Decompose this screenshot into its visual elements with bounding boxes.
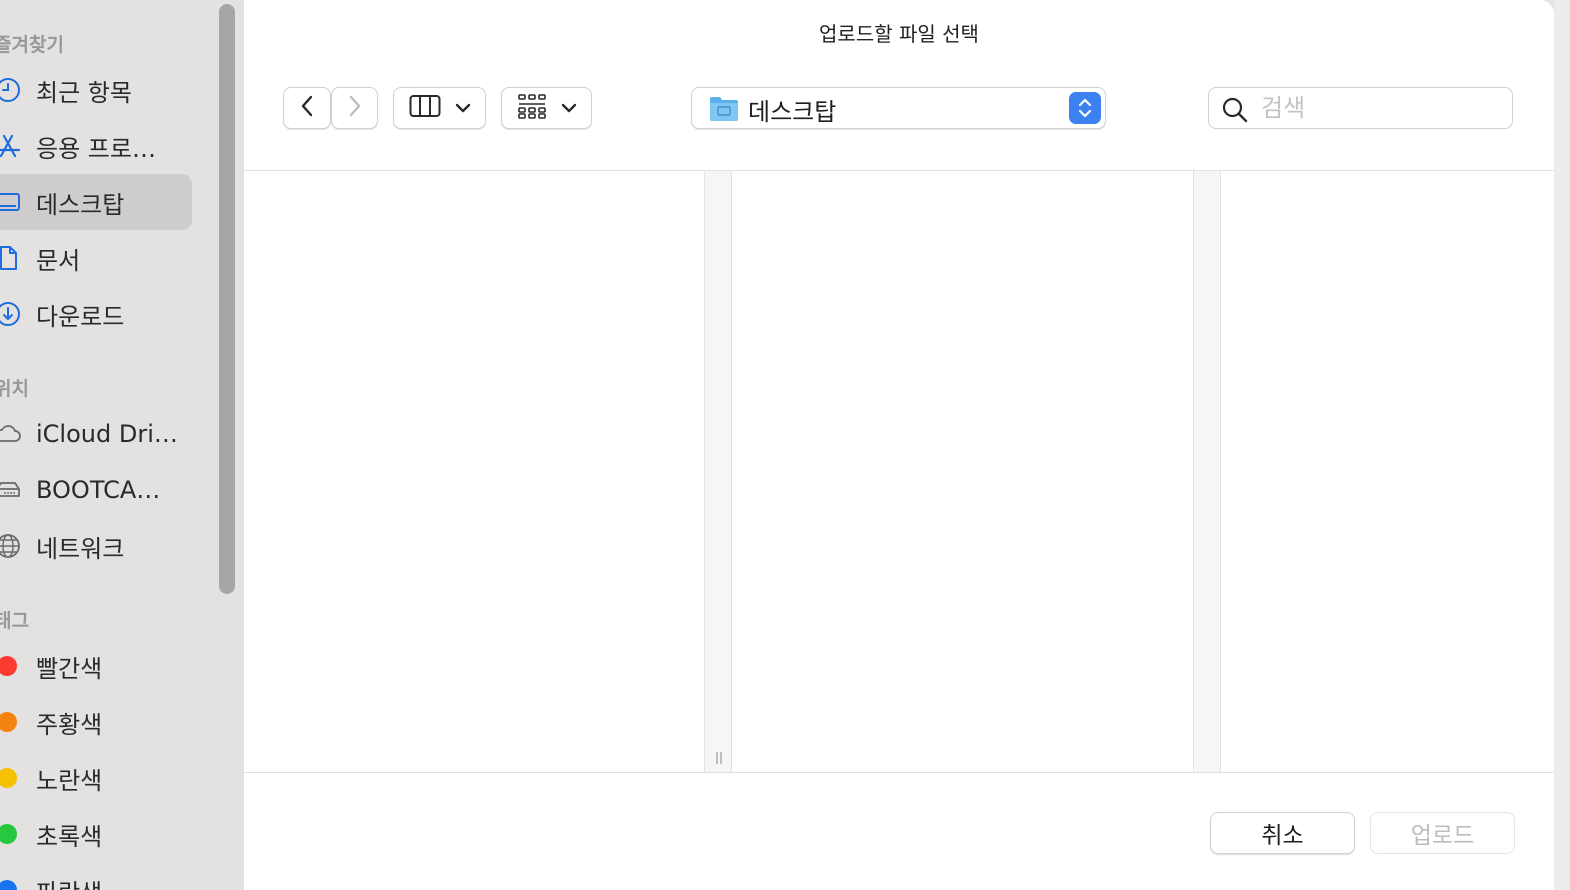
footer-divider bbox=[244, 772, 1554, 773]
chevron-down-icon bbox=[561, 99, 577, 118]
chevron-left-icon bbox=[300, 94, 314, 122]
download-icon bbox=[0, 300, 22, 328]
tag-dot-icon bbox=[0, 880, 17, 890]
tag-dot-icon bbox=[0, 824, 17, 844]
sidebar-item-documents[interactable]: 문서 bbox=[0, 230, 192, 286]
folder-icon bbox=[709, 94, 739, 126]
sidebar-item-label: 노란색 bbox=[36, 766, 103, 795]
tag-dot-icon bbox=[0, 712, 17, 732]
sidebar-item-tag-green[interactable]: 초록색 bbox=[0, 806, 192, 862]
sidebar-item-label: 다운로드 bbox=[36, 302, 125, 331]
clock-icon bbox=[0, 76, 22, 104]
sidebar: 즐겨찾기 최근 항목 응용 프로… 데스크탑 문서 다운로드 위치 iCloud… bbox=[0, 0, 244, 890]
browser-column-3[interactable] bbox=[1222, 171, 1554, 772]
columns-view-icon bbox=[409, 94, 441, 122]
sidebar-item-tag-blue[interactable]: 파란색 bbox=[0, 862, 192, 890]
sidebar-item-recents[interactable]: 최근 항목 bbox=[0, 62, 192, 118]
sidebar-item-bootcamp[interactable]: BOOTCA… bbox=[0, 462, 192, 518]
section-favorites: 즐겨찾기 bbox=[0, 34, 64, 56]
location-popup[interactable]: 데스크탑 bbox=[691, 87, 1106, 129]
chevron-right-icon bbox=[348, 94, 362, 122]
sidebar-item-label: iCloud Dri… bbox=[36, 420, 178, 448]
sidebar-item-label: 초록색 bbox=[36, 822, 103, 851]
cloud-icon bbox=[0, 420, 22, 448]
grid-group-icon bbox=[517, 93, 547, 123]
cancel-button[interactable]: 취소 bbox=[1210, 812, 1355, 854]
sidebar-item-applications[interactable]: 응용 프로… bbox=[0, 118, 192, 174]
sidebar-item-tag-red[interactable]: 빨간색 bbox=[0, 638, 192, 694]
search-field[interactable] bbox=[1208, 87, 1513, 129]
app-store-icon bbox=[0, 132, 22, 160]
sidebar-item-tag-orange[interactable]: 주황색 bbox=[0, 694, 192, 750]
sidebar-item-tag-yellow[interactable]: 노란색 bbox=[0, 750, 192, 806]
sidebar-item-icloud[interactable]: iCloud Dri… bbox=[0, 406, 192, 462]
search-icon bbox=[1221, 96, 1249, 128]
window-edge bbox=[1554, 0, 1570, 890]
view-mode-button[interactable] bbox=[393, 87, 486, 129]
sidebar-item-label: 응용 프로… bbox=[36, 134, 156, 163]
sidebar-item-label: 빨간색 bbox=[36, 654, 103, 683]
sidebar-item-desktop[interactable]: 데스크탑 bbox=[0, 174, 192, 230]
sidebar-item-label: 파란색 bbox=[36, 873, 102, 890]
column-resize-gutter[interactable] bbox=[1193, 171, 1221, 772]
back-button[interactable] bbox=[283, 87, 331, 129]
sidebar-item-label: 주황색 bbox=[36, 710, 103, 739]
location-label: 데스크탑 bbox=[748, 98, 837, 126]
tag-dot-icon bbox=[0, 768, 17, 788]
document-icon bbox=[0, 244, 22, 272]
sidebar-item-network[interactable]: 네트워크 bbox=[0, 518, 192, 574]
globe-icon bbox=[0, 532, 22, 560]
sidebar-scrollbar[interactable] bbox=[219, 4, 235, 594]
sidebar-item-label: 최근 항목 bbox=[36, 78, 132, 107]
search-input[interactable] bbox=[1261, 92, 1501, 124]
resize-handle-icon bbox=[714, 750, 724, 764]
sidebar-item-label: 데스크탑 bbox=[36, 190, 125, 219]
dialog-title: 업로드할 파일 선택 bbox=[819, 22, 979, 46]
column-resize-gutter[interactable] bbox=[704, 171, 732, 772]
sidebar-item-downloads[interactable]: 다운로드 bbox=[0, 286, 192, 342]
section-tags: 태그 bbox=[0, 610, 29, 632]
chevron-down-icon bbox=[455, 99, 471, 118]
sidebar-item-label: 네트워크 bbox=[36, 534, 125, 563]
upload-button[interactable]: 업로드 bbox=[1370, 812, 1515, 854]
sidebar-item-label: 문서 bbox=[36, 246, 81, 275]
file-dialog: 업로드할 파일 선택 데스크탑 검색 취소 업로드 bbox=[244, 0, 1554, 890]
drive-icon bbox=[0, 476, 22, 504]
popup-stepper-icon bbox=[1069, 92, 1101, 124]
browser-column-2[interactable] bbox=[733, 171, 1193, 772]
sidebar-item-label: BOOTCA… bbox=[36, 476, 161, 504]
desktop-icon bbox=[0, 188, 22, 216]
forward-button[interactable] bbox=[331, 87, 378, 129]
browser-column-1[interactable] bbox=[244, 171, 704, 772]
group-mode-button[interactable] bbox=[501, 87, 592, 129]
tag-dot-icon bbox=[0, 656, 17, 676]
section-locations: 위치 bbox=[0, 378, 29, 400]
